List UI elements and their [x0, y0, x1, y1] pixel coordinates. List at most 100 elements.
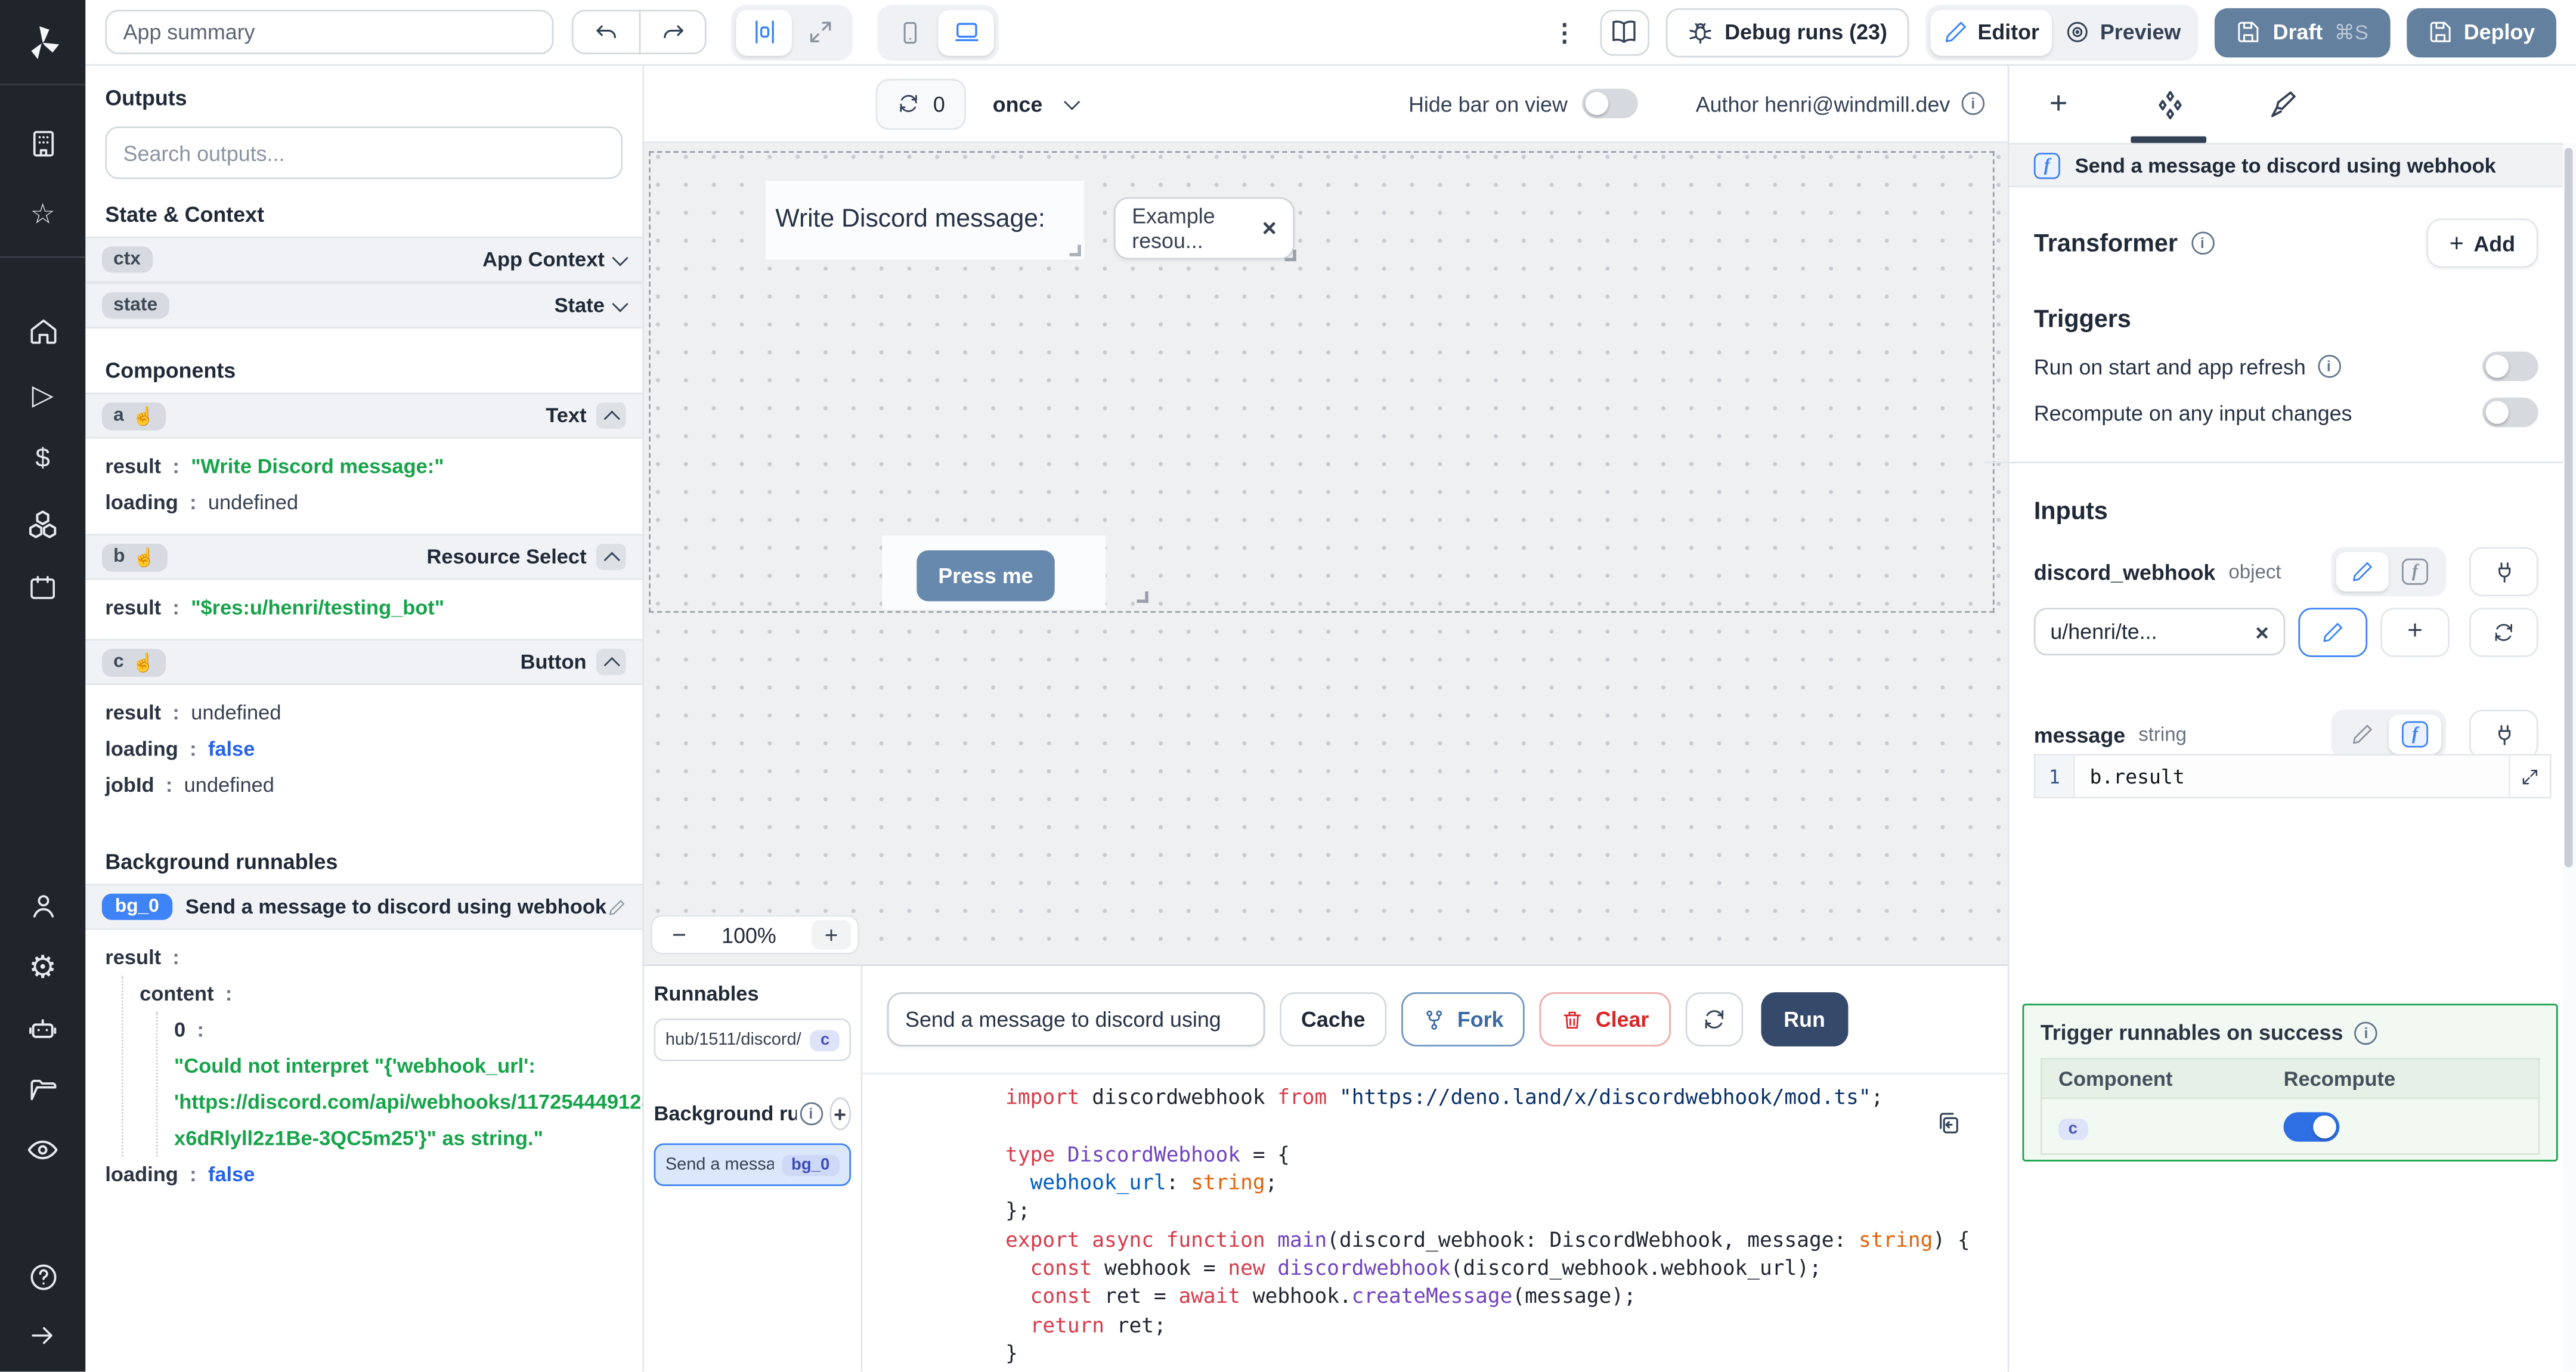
right-panel-scrollbar[interactable]: [2562, 143, 2576, 1372]
resources-icon[interactable]: [0, 500, 85, 549]
info-icon[interactable]: i: [2191, 231, 2214, 255]
connect-input-button[interactable]: [2469, 710, 2538, 759]
bg0-badge: bg_0: [101, 893, 172, 920]
more-menu-icon[interactable]: ⋮: [1552, 17, 1577, 47]
clear-button[interactable]: Clear: [1540, 992, 1671, 1046]
schedules-icon[interactable]: [0, 563, 85, 613]
favorites-icon[interactable]: ☆: [0, 189, 85, 239]
add-bg-runnable-button[interactable]: +: [829, 1097, 852, 1131]
mobile-view-toggle[interactable]: [882, 9, 938, 55]
context-row-state[interactable]: state State: [85, 282, 643, 329]
rail-divider: [0, 256, 86, 258]
collapse-button[interactable]: [596, 649, 626, 676]
centered-layout-toggle[interactable]: [736, 9, 792, 55]
transformer-title: Transformer: [2033, 229, 2178, 258]
eval-mode-button[interactable]: f: [2389, 552, 2441, 591]
top-toolbar: App summary ⋮ Debug runs (23) Editor Pre…: [85, 0, 2576, 66]
app-summary-input[interactable]: App summary: [105, 10, 554, 54]
resize-handle[interactable]: [1069, 244, 1081, 256]
audit-icon[interactable]: [0, 1125, 85, 1175]
context-row-ctx[interactable]: ctx App Context: [85, 236, 643, 283]
info-icon[interactable]: i: [2317, 355, 2340, 378]
recompute-toggle[interactable]: [2482, 397, 2538, 428]
hide-bar-toggle[interactable]: [1582, 88, 1639, 119]
hand-pointer-icon: ☝: [132, 406, 155, 426]
press-me-button[interactable]: Press me: [917, 550, 1055, 602]
info-icon[interactable]: i: [2354, 1021, 2378, 1044]
text-component-cell[interactable]: Write Discord message:: [765, 181, 1085, 260]
reload-script-button[interactable]: [1685, 992, 1743, 1046]
component-row-c[interactable]: c ☝ Button: [85, 639, 643, 685]
collapse-button[interactable]: [596, 402, 626, 429]
add-transformer-button[interactable]: + Add: [2426, 218, 2538, 268]
zoom-in-button[interactable]: +: [812, 919, 852, 950]
code-editor[interactable]: import discordwebhook from "https://deno…: [862, 1074, 2008, 1372]
expression-editor[interactable]: 1 b.result: [2033, 754, 2552, 798]
eval-mode-button[interactable]: f: [2388, 714, 2442, 754]
resource-picker[interactable]: u/henri/te... ×: [2033, 608, 2286, 656]
refresh-count-button[interactable]: 0: [875, 78, 967, 129]
insert-component-tab[interactable]: +: [2036, 72, 2082, 137]
workers-icon[interactable]: [0, 1005, 85, 1055]
resize-handle[interactable]: [1284, 249, 1296, 262]
billing-icon[interactable]: $: [0, 435, 85, 485]
zoom-out-button[interactable]: −: [672, 921, 686, 949]
app-canvas[interactable]: Write Discord message: Example resou... …: [643, 143, 2008, 965]
script-name-input[interactable]: Send a message to discord using: [887, 992, 1265, 1046]
runnable-item[interactable]: hub/1511/discord/se... c: [654, 1018, 852, 1061]
component-row-b[interactable]: b ☝ Resource Select: [85, 534, 643, 580]
preview-tab[interactable]: Preview: [2052, 9, 2194, 55]
line-number: 1: [2035, 755, 2075, 797]
clear-selection-icon[interactable]: ×: [1262, 215, 1277, 243]
desktop-view-toggle[interactable]: [938, 9, 994, 55]
component-settings-panel: + f Send a message to discord using webh…: [1984, 66, 2576, 1372]
runs-icon[interactable]: ▷: [0, 370, 85, 419]
component-badge: c: [2058, 1119, 2088, 1141]
undo-button[interactable]: [573, 11, 639, 53]
copy-code-icon[interactable]: [1936, 1110, 1962, 1136]
windmill-logo[interactable]: [0, 0, 86, 86]
styling-tab[interactable]: [2259, 72, 2305, 137]
user-icon[interactable]: [0, 881, 85, 930]
bg-runnable-item-selected[interactable]: Send a message... bg_0: [654, 1143, 852, 1187]
static-mode-button[interactable]: [2336, 552, 2389, 591]
redo-button[interactable]: [639, 11, 705, 53]
folders-icon[interactable]: [0, 1064, 85, 1114]
connect-input-button[interactable]: [2469, 547, 2538, 597]
edit-runnable-icon[interactable]: [608, 898, 626, 916]
cache-button[interactable]: Cache: [1280, 992, 1387, 1046]
settings-tab-active[interactable]: [2147, 72, 2193, 137]
fork-button[interactable]: Fork: [1401, 992, 1525, 1046]
add-resource-button[interactable]: +: [2380, 607, 2450, 656]
editor-tab[interactable]: Editor: [1930, 9, 2052, 55]
resource-select-component[interactable]: Example resou... ×: [1113, 197, 1296, 262]
button-component-cell[interactable]: Press me: [882, 535, 1148, 610]
run-on-start-toggle[interactable]: [2482, 351, 2538, 382]
help-icon[interactable]: [0, 1252, 85, 1301]
edit-resource-button[interactable]: [2298, 607, 2368, 656]
draft-button[interactable]: Draft ⌘S: [2215, 7, 2390, 57]
refresh-resource-button[interactable]: [2469, 607, 2538, 656]
collapse-rail-icon[interactable]: [0, 1311, 85, 1361]
docs-button[interactable]: [1599, 9, 1649, 55]
settings-icon[interactable]: ⚙: [0, 943, 85, 992]
info-icon[interactable]: i: [799, 1102, 823, 1126]
refresh-mode-select[interactable]: once: [993, 91, 1080, 116]
home-icon[interactable]: [0, 305, 85, 355]
resize-handle[interactable]: [1137, 591, 1148, 603]
recompute-c-toggle[interactable]: [2283, 1111, 2340, 1141]
clear-resource-icon[interactable]: ×: [2255, 618, 2269, 645]
collapse-button[interactable]: [596, 543, 626, 571]
expand-editor-button[interactable]: [2509, 755, 2550, 797]
workspace-icon[interactable]: [0, 118, 85, 168]
bg-runnable-row[interactable]: bg_0 Send a message to discord using web…: [85, 884, 643, 930]
bg-runnable-output: result: content: 0: "Could not interpret…: [85, 930, 643, 1206]
debug-runs-button[interactable]: Debug runs (23): [1665, 7, 1909, 57]
search-outputs-input[interactable]: Search outputs...: [105, 126, 623, 179]
static-mode-button[interactable]: [2336, 714, 2389, 754]
info-icon[interactable]: i: [1961, 92, 1985, 115]
deploy-button[interactable]: Deploy: [2406, 7, 2556, 57]
component-row-a[interactable]: a ☝ Text: [85, 392, 643, 439]
run-button[interactable]: Run: [1760, 992, 1849, 1046]
fullscreen-layout-toggle[interactable]: [792, 9, 848, 55]
